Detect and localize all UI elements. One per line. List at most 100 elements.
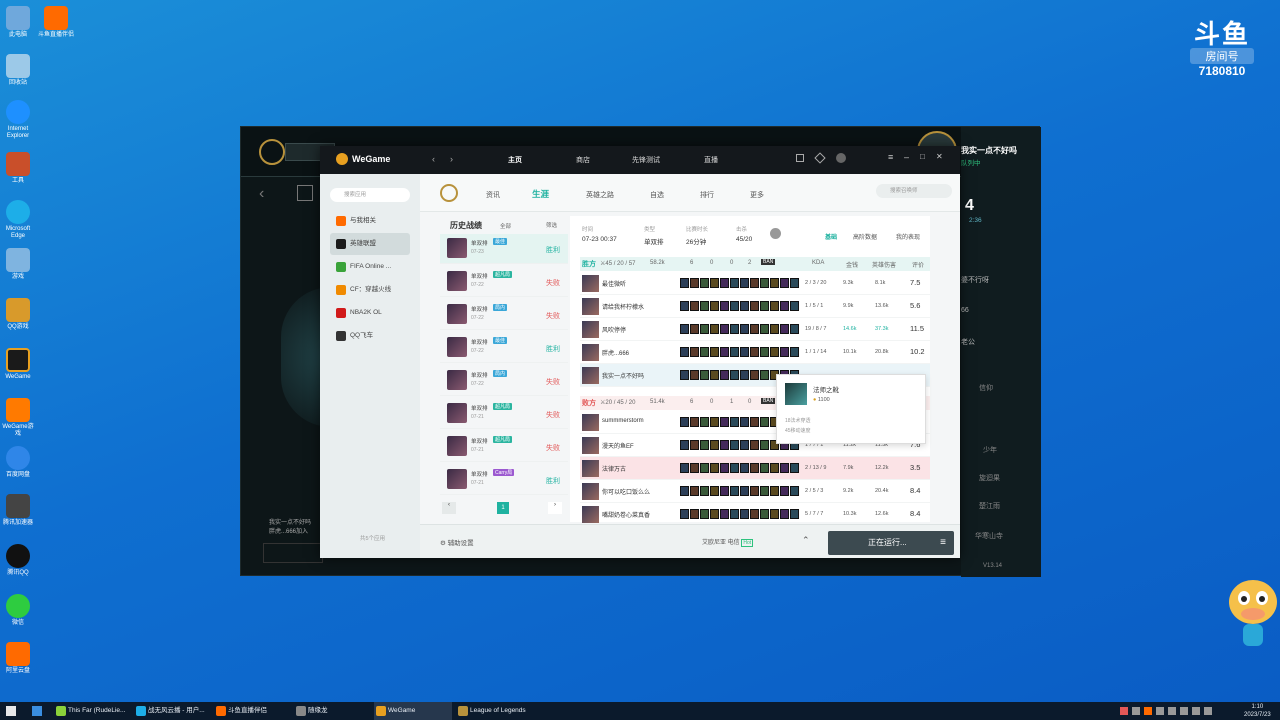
desktop-icon-douyu[interactable]: 斗鱼直播伴侣 <box>38 6 74 39</box>
item-slot-icon[interactable] <box>700 370 709 380</box>
item-slot-icon[interactable] <box>730 370 739 380</box>
tray-icon[interactable] <box>1180 707 1188 715</box>
item-slot-icon[interactable] <box>720 463 729 473</box>
sidebar-item-lol[interactable]: 英雄联盟 <box>330 233 410 255</box>
item-slot-icon[interactable] <box>770 463 779 473</box>
item-slot-icon[interactable] <box>750 440 759 450</box>
item-slot-icon[interactable] <box>780 301 789 311</box>
tray-icon[interactable] <box>1156 707 1164 715</box>
chat-input[interactable] <box>263 543 323 563</box>
item-slot-icon[interactable] <box>730 509 739 519</box>
player-name[interactable]: summmerstorm <box>602 418 682 424</box>
item-slot-icon[interactable] <box>700 278 709 288</box>
item-slot-icon[interactable] <box>760 486 769 496</box>
tray-icon[interactable] <box>1144 707 1152 715</box>
item-slot-icon[interactable] <box>730 440 739 450</box>
item-slot-icon[interactable] <box>720 509 729 519</box>
desktop-icon-recycle-bin[interactable]: 回收站 <box>0 54 36 87</box>
item-slot-icon[interactable] <box>750 509 759 519</box>
sidebar-item-related[interactable]: 与我相关 <box>330 210 410 232</box>
item-slot-icon[interactable] <box>760 417 769 427</box>
item-slot-icon[interactable] <box>790 278 799 288</box>
item-slot-icon[interactable] <box>720 486 729 496</box>
item-slot-icon[interactable] <box>680 486 689 496</box>
item-slot-icon[interactable] <box>760 463 769 473</box>
friend-list-item[interactable]: 旋迴果 <box>979 473 1000 483</box>
download-icon[interactable] <box>796 154 804 162</box>
item-slot-icon[interactable] <box>770 301 779 311</box>
maximize-icon[interactable]: □ <box>920 152 925 161</box>
item-slot-icon[interactable] <box>760 301 769 311</box>
player-row[interactable]: 最佳微听 2 / 3 / 20 9.3k 8.1k 7.5 <box>580 272 930 295</box>
tab-basic[interactable]: 基础 <box>825 232 837 241</box>
item-slot-icon[interactable] <box>700 324 709 334</box>
item-slot-icon[interactable] <box>700 440 709 450</box>
item-slot-icon[interactable] <box>760 278 769 288</box>
tray-icon[interactable] <box>1168 707 1176 715</box>
item-slot-icon[interactable] <box>680 417 689 427</box>
item-slot-icon[interactable] <box>730 486 739 496</box>
item-slot-icon[interactable] <box>720 278 729 288</box>
item-slot-icon[interactable] <box>790 347 799 357</box>
tab-home[interactable]: 主页 <box>508 155 522 165</box>
item-slot-icon[interactable] <box>710 301 719 311</box>
item-slot-icon[interactable] <box>700 301 709 311</box>
friend-list-item[interactable]: 华寒山寺 <box>975 531 1003 541</box>
item-slot-icon[interactable] <box>780 278 789 288</box>
taskbar-item-lol[interactable]: League of Legends <box>456 702 546 720</box>
friend-list-item[interactable]: 信仰 <box>979 383 993 393</box>
tab-store[interactable]: 商店 <box>576 155 590 165</box>
taskbar-item-douyu[interactable]: 斗鱼直播伴侣 <box>214 702 288 720</box>
item-slot-icon[interactable] <box>690 278 699 288</box>
item-slot-icon[interactable] <box>740 417 749 427</box>
prev-page-button[interactable]: ‹ <box>442 502 456 514</box>
item-slot-icon[interactable] <box>700 486 709 496</box>
taskbar-item-wegame[interactable]: WeGame <box>374 702 452 720</box>
clock[interactable]: 1:10 2023/7/23 <box>1244 703 1271 719</box>
item-slot-icon[interactable] <box>780 463 789 473</box>
item-slot-icon[interactable] <box>710 347 719 357</box>
player-row[interactable]: 你可以吃口饭么么 2 / 5 / 3 9.2k 20.4k 8.4 <box>580 480 930 503</box>
item-slot-icon[interactable] <box>690 370 699 380</box>
app-icon[interactable] <box>32 706 42 716</box>
item-slot-icon[interactable] <box>690 324 699 334</box>
item-slot-icon[interactable] <box>710 486 719 496</box>
player-name[interactable]: 最佳微听 <box>602 279 682 288</box>
item-slot-icon[interactable] <box>710 417 719 427</box>
tab-beta-test[interactable]: 先锋测试 <box>632 155 660 165</box>
desktop-icon-this-pc[interactable]: 此电脑 <box>0 6 36 39</box>
item-slot-icon[interactable] <box>750 301 759 311</box>
item-slot-icon[interactable] <box>790 486 799 496</box>
player-row[interactable]: 嘴甜奶卷心菜真香 5 / 7 / 7 10.3k 12.6k 8.4 <box>580 503 930 526</box>
item-slot-icon[interactable] <box>740 370 749 380</box>
item-slot-icon[interactable] <box>730 463 739 473</box>
desktop-icon-edge[interactable]: Microsoft Edge <box>0 200 36 240</box>
item-slot-icon[interactable] <box>790 509 799 519</box>
desktop-icon-games[interactable]: 游戏 <box>0 248 36 281</box>
desktop-icon-aliyun[interactable]: 阿里云盘 <box>0 642 36 675</box>
item-slot-icon[interactable] <box>760 440 769 450</box>
item-slot-icon[interactable] <box>680 463 689 473</box>
close-icon[interactable]: ✕ <box>936 152 943 161</box>
player-name[interactable]: 我实一点不好吗 <box>602 371 682 380</box>
item-slot-icon[interactable] <box>750 417 759 427</box>
lol-logo-icon[interactable] <box>259 139 285 165</box>
item-slot-icon[interactable] <box>690 463 699 473</box>
item-slot-icon[interactable] <box>680 440 689 450</box>
forward-arrow-icon[interactable]: › <box>450 154 453 164</box>
item-slot-icon[interactable] <box>780 347 789 357</box>
item-slot-icon[interactable] <box>730 347 739 357</box>
menu-icon[interactable]: ≡ <box>940 531 946 555</box>
item-slot-icon[interactable] <box>750 370 759 380</box>
item-slot-icon[interactable] <box>770 347 779 357</box>
search-input[interactable]: 搜索应用 <box>330 188 410 202</box>
item-slot-icon[interactable] <box>770 509 779 519</box>
item-slot-icon[interactable] <box>680 324 689 334</box>
player-name[interactable]: 嘴甜奶卷心菜真香 <box>602 510 682 519</box>
lol-menu-icon[interactable] <box>297 185 313 201</box>
player-name[interactable]: 胖虎...666 <box>602 348 682 357</box>
item-slot-icon[interactable] <box>720 324 729 334</box>
item-slot-icon[interactable] <box>790 463 799 473</box>
player-row[interactable]: 胖虎...666 1 / 1 / 14 10.1k 20.8k 10.2 <box>580 341 930 364</box>
menu-icon[interactable]: ≡ <box>888 152 893 162</box>
